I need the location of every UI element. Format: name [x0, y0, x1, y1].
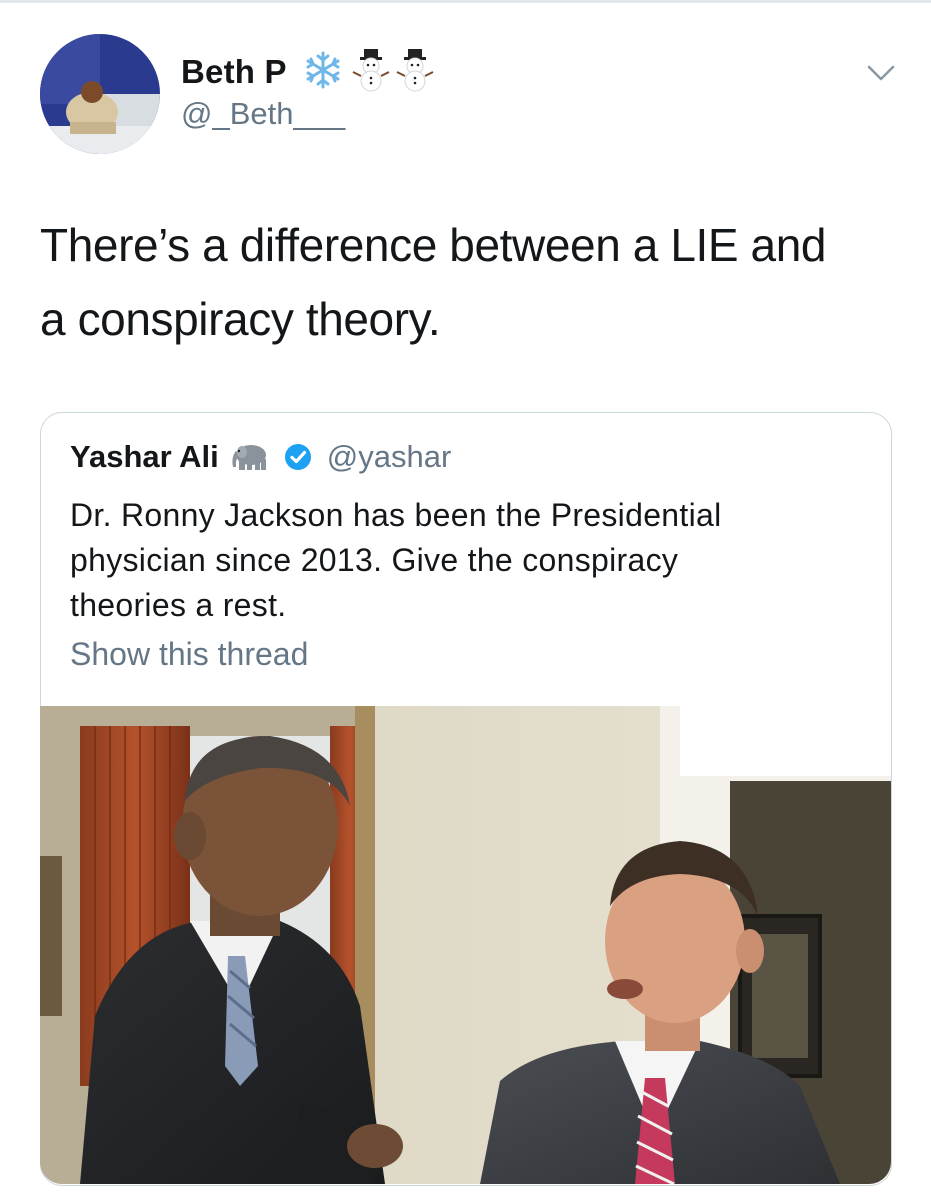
- quoted-text-line: physician since 2013. Give the conspirac…: [70, 542, 679, 578]
- chevron-down-icon: [867, 65, 895, 81]
- snowflake-icon: [301, 50, 345, 95]
- avatar-image: [40, 34, 160, 154]
- snowman-icon: [395, 48, 435, 97]
- tweet-menu-button[interactable]: [866, 62, 896, 84]
- quoted-tweet-photo[interactable]: [40, 706, 891, 1184]
- author-handle[interactable]: @_Beth___: [181, 96, 345, 132]
- quoted-text-line: theories a rest.: [70, 587, 287, 623]
- author-name-row: Beth P: [181, 48, 435, 97]
- elephant-icon: [231, 441, 271, 473]
- quoted-text-line: Dr. Ronny Jackson has been the President…: [70, 497, 722, 533]
- show-thread-link[interactable]: Show this thread: [70, 636, 308, 673]
- quoted-tweet-text: Dr. Ronny Jackson has been the President…: [70, 493, 870, 628]
- name-emoji-group: [301, 48, 435, 97]
- photo-illustration: [40, 706, 891, 1184]
- tweet-text-line: a conspiracy theory.: [40, 293, 441, 345]
- tweet-text-line: There’s a difference between a LIE and: [40, 219, 827, 271]
- tweet-text: There’s a difference between a LIE and a…: [40, 208, 900, 356]
- quoted-handle[interactable]: @yashar: [327, 439, 452, 475]
- quoted-tweet-header: Yashar Ali @yashar: [70, 435, 451, 479]
- avatar[interactable]: [40, 34, 160, 154]
- snowman-icon: [351, 48, 391, 97]
- top-divider: [0, 0, 931, 3]
- author-display-name[interactable]: Beth P: [181, 53, 287, 91]
- quoted-display-name[interactable]: Yashar Ali: [70, 439, 219, 475]
- verified-badge-icon: [283, 442, 313, 472]
